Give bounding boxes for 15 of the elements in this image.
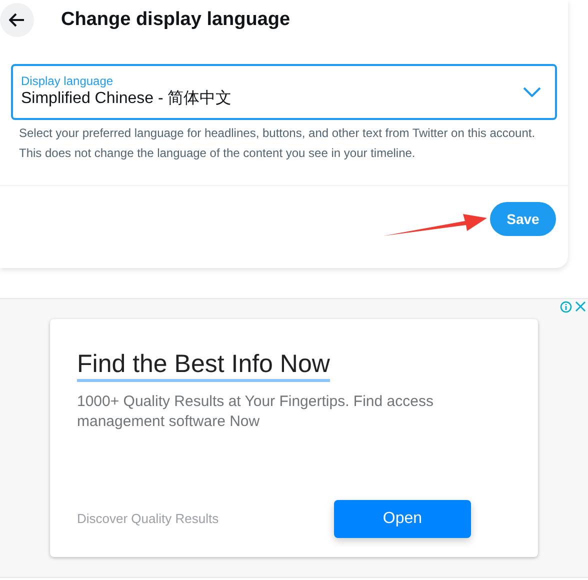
field-value: Simplified Chinese - 简体中文 [21, 88, 233, 109]
page-title: Change display language [61, 8, 290, 32]
close-icon[interactable] [575, 301, 586, 312]
ad-headline: Find the Best Info Now [77, 349, 330, 382]
ad-description: 1000+ Quality Results at Your Fingertips. Find access management software Now [77, 392, 434, 432]
open-button[interactable]: Open [334, 500, 471, 538]
language-select[interactable]: Display language Simplified Chinese - 简体中文 [11, 64, 557, 120]
field-label: Display language [21, 74, 114, 88]
back-arrow-icon [9, 13, 25, 27]
info-icon[interactable] [560, 301, 572, 313]
save-button[interactable]: Save [490, 202, 556, 236]
chevron-down-icon [523, 87, 541, 97]
back-button[interactable] [0, 3, 34, 37]
ad-footer-text: Discover Quality Results [77, 510, 219, 528]
help-text: Select your preferred language for headlines, buttons, and other text from Twitter on this account. This does not change the language of the content you see in your timeline. [19, 125, 536, 162]
